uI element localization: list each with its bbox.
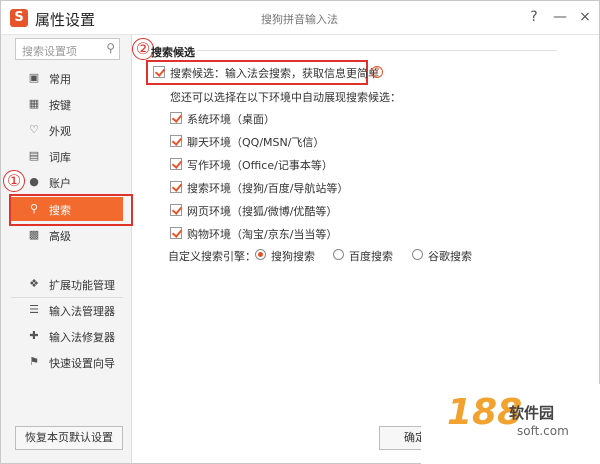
annotation-number-1: ①: [3, 170, 25, 192]
checkbox-checked-icon[interactable]: [170, 204, 182, 216]
sidebar-item-label: 外观: [49, 125, 71, 138]
sidebar-tool-ime-repair[interactable]: ✚ 输入法修复器: [11, 324, 123, 348]
help-icon[interactable]: ?: [371, 66, 383, 78]
advanced-icon: ▩: [28, 228, 40, 241]
sidebar-item-label: 词库: [49, 151, 71, 164]
checkbox-checked-icon[interactable]: [170, 158, 182, 170]
user-icon: ●: [29, 175, 39, 188]
list-icon: ☰: [29, 303, 39, 316]
sidebar-tool-label: 快速设置向导: [49, 357, 115, 370]
book-icon: ▤: [28, 149, 40, 162]
sidebar-tool-extensions[interactable]: ❖ 扩展功能管理: [11, 272, 123, 296]
sidebar-item-advanced[interactable]: ▩ 高级: [11, 223, 123, 247]
radio-sogou[interactable]: [255, 249, 266, 260]
sidebar-item-account[interactable]: ● 账户: [11, 170, 123, 194]
repair-icon: ✚: [29, 329, 39, 342]
sogou-logo-icon: S: [10, 9, 28, 27]
checkbox-label: 搜索候选：输入法会搜索，获取信息更简单: [170, 67, 379, 80]
checkbox-checked-icon[interactable]: [153, 66, 165, 78]
environment-hint: 您还可以选择在以下环境中自动展现搜索候选：: [170, 91, 401, 104]
section-divider: [197, 50, 557, 51]
radio-baidu[interactable]: [333, 249, 344, 260]
section-title: 搜索候选: [151, 46, 195, 59]
checkbox-checked-icon[interactable]: [170, 112, 182, 124]
checkbox-label: 写作环境（Office/记事本等）: [187, 159, 333, 172]
sidebar-item-label: 高级: [49, 230, 71, 243]
shirt-icon: ♡: [29, 123, 39, 136]
sidebar-item-dictionary[interactable]: ▤ 词库: [11, 144, 123, 168]
sidebar-item-appearance[interactable]: ♡ 外观: [11, 118, 123, 142]
radio-label-baidu[interactable]: 百度搜索: [349, 248, 393, 264]
monitor-icon: ▣: [28, 71, 40, 84]
radio-label-google[interactable]: 谷歌搜索: [428, 248, 472, 264]
sidebar-tool-setup-wizard[interactable]: ⚑ 快速设置向导: [11, 350, 123, 374]
settings-window: S 属性设置 搜狗拼音输入法 ? — × 搜索设置项 ⚲ ▣ 常用 ▦ 按键 ♡…: [0, 0, 600, 464]
app-name: 搜狗拼音输入法: [261, 13, 338, 26]
sidebar: 搜索设置项 ⚲ ▣ 常用 ▦ 按键 ♡ 外观 ▤ 词库 ● 账户 ⚲ 搜索 ▩: [1, 35, 132, 463]
settings-search-input[interactable]: 搜索设置项 ⚲: [15, 38, 120, 60]
title-bar[interactable]: S 属性设置 搜狗拼音输入法 ? — ×: [1, 1, 599, 35]
watermark-logo: 188 软件园 soft.com: [421, 384, 600, 464]
puzzle-icon: ❖: [29, 277, 39, 290]
sidebar-item-label: 常用: [49, 73, 71, 86]
radio-label-sogou[interactable]: 搜狗搜索: [271, 248, 315, 264]
sidebar-item-label: 按键: [49, 99, 71, 112]
sidebar-item-common[interactable]: ▣ 常用: [11, 66, 123, 90]
checkbox-checked-icon[interactable]: [170, 135, 182, 147]
radio-google[interactable]: [412, 249, 423, 260]
watermark-text: 软件园: [509, 404, 555, 422]
sidebar-tool-label: 输入法修复器: [49, 331, 115, 344]
engine-label: 自定义搜索引擎：: [168, 250, 256, 263]
annotation-box-1: [9, 194, 133, 226]
checkbox-checked-icon[interactable]: [170, 227, 182, 239]
sidebar-item-label: 账户: [49, 177, 71, 190]
checkbox-label: 聊天环境（QQ/MSN/飞信）: [187, 136, 325, 149]
help-button[interactable]: ?: [525, 7, 543, 27]
flag-icon: ⚑: [29, 355, 39, 368]
sidebar-tool-label: 输入法管理器: [49, 305, 115, 318]
reset-defaults-button[interactable]: 恢复本页默认设置: [15, 426, 123, 450]
checkbox-label: 网页环境（搜狐/微博/优酷等）: [187, 205, 338, 218]
minimize-button[interactable]: —: [551, 7, 569, 27]
watermark-url: soft.com: [517, 424, 569, 438]
window-title: 属性设置: [35, 11, 96, 29]
keyboard-icon: ▦: [28, 97, 40, 110]
checkbox-label: 搜索环境（搜狗/百度/导航站等）: [187, 182, 349, 195]
checkbox-label: 购物环境（淘宝/京东/当当等）: [187, 228, 338, 241]
search-icon[interactable]: ⚲: [106, 41, 115, 55]
sidebar-item-keys[interactable]: ▦ 按键: [11, 92, 123, 116]
checkbox-checked-icon[interactable]: [170, 181, 182, 193]
close-button[interactable]: ×: [576, 7, 594, 27]
checkbox-label: 系统环境（桌面）: [187, 113, 275, 126]
sidebar-tool-label: 扩展功能管理: [49, 279, 115, 292]
sidebar-tool-ime-manager[interactable]: ☰ 输入法管理器: [11, 298, 123, 322]
search-placeholder: 搜索设置项: [22, 45, 77, 58]
